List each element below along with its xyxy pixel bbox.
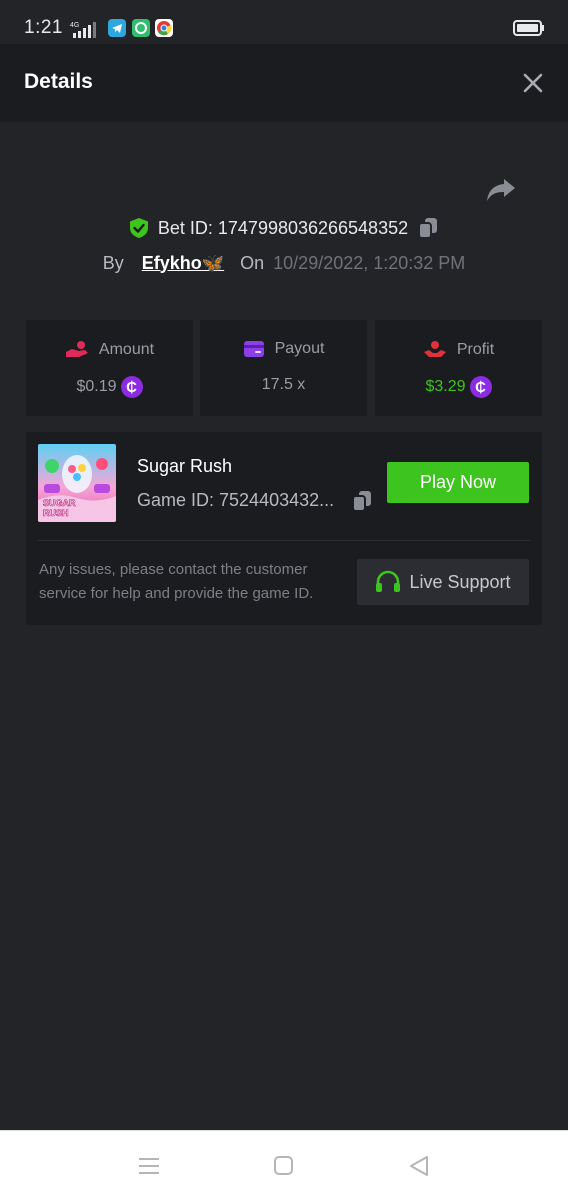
hand-coin-icon (65, 341, 88, 357)
battery-icon (513, 20, 544, 36)
signal-icon: 4G (70, 22, 96, 38)
bet-id-row: Bet ID: 1747998036266548352 (0, 215, 568, 241)
phone-app-icon (132, 19, 150, 37)
profit-card: Profit $3.29 ₵ (375, 320, 542, 416)
status-time: 1:21 (24, 17, 63, 38)
share-icon[interactable] (485, 173, 517, 205)
hand-coin-icon (423, 341, 446, 357)
thumb-title-line1: SUGAR (43, 498, 76, 508)
details-header: Details (0, 44, 568, 122)
on-label: On (240, 252, 265, 273)
game-id: Game ID: 7524403432... (137, 490, 335, 510)
thumb-title-line2: RUSH (43, 508, 69, 518)
game-thumbnail[interactable]: SUGAR RUSH (38, 444, 116, 522)
close-icon[interactable] (520, 70, 546, 96)
game-name: Sugar Rush (137, 456, 233, 476)
profit-label: Profit (456, 341, 495, 358)
amount-card: Amount $0.19 ₵ (26, 320, 193, 416)
coin-icon: ₵ (469, 376, 492, 398)
payout-value: 17.5 x (261, 376, 306, 393)
shield-check-icon (129, 218, 148, 238)
bet-id: Bet ID: 1747998036266548352 (157, 217, 409, 238)
telegram-icon (108, 19, 126, 37)
divider (38, 540, 530, 541)
page-title: Details (24, 70, 93, 93)
bet-date: 10/29/2022, 1:20:32 PM (273, 252, 466, 273)
profit-value: $3.29 (425, 378, 466, 395)
card-icon (243, 341, 264, 357)
payout-label: Payout (274, 340, 325, 357)
home-icon[interactable] (272, 1155, 296, 1177)
status-bar: 1:21 4G (0, 0, 568, 44)
headset-icon (376, 570, 401, 592)
copy-icon[interactable] (351, 489, 373, 513)
network-label: 4G (70, 22, 79, 29)
game-card: SUGAR RUSH Sugar Rush Game ID: 752440343… (26, 432, 542, 625)
copy-icon[interactable] (417, 216, 439, 240)
amount-label: Amount (98, 341, 155, 358)
play-now-button[interactable]: Play Now (387, 462, 529, 503)
menu-icon[interactable] (137, 1155, 161, 1177)
back-icon[interactable] (407, 1155, 431, 1177)
by-label: By (102, 252, 124, 273)
live-support-label: Live Support (409, 571, 511, 592)
user-link[interactable]: Efykho🦋 (142, 253, 224, 274)
coin-icon: ₵ (120, 376, 143, 398)
support-hint: Any issues, please contact the customer … (39, 561, 314, 602)
live-support-button[interactable]: Live Support (357, 559, 529, 605)
payout-card: Payout 17.5 x (200, 320, 367, 416)
system-nav-bar (0, 1130, 568, 1200)
amount-value: $0.19 (76, 378, 117, 395)
chrome-icon (155, 19, 173, 37)
bet-by-row: By Efykho🦋 On 10/29/2022, 1:20:32 PM (0, 250, 568, 276)
